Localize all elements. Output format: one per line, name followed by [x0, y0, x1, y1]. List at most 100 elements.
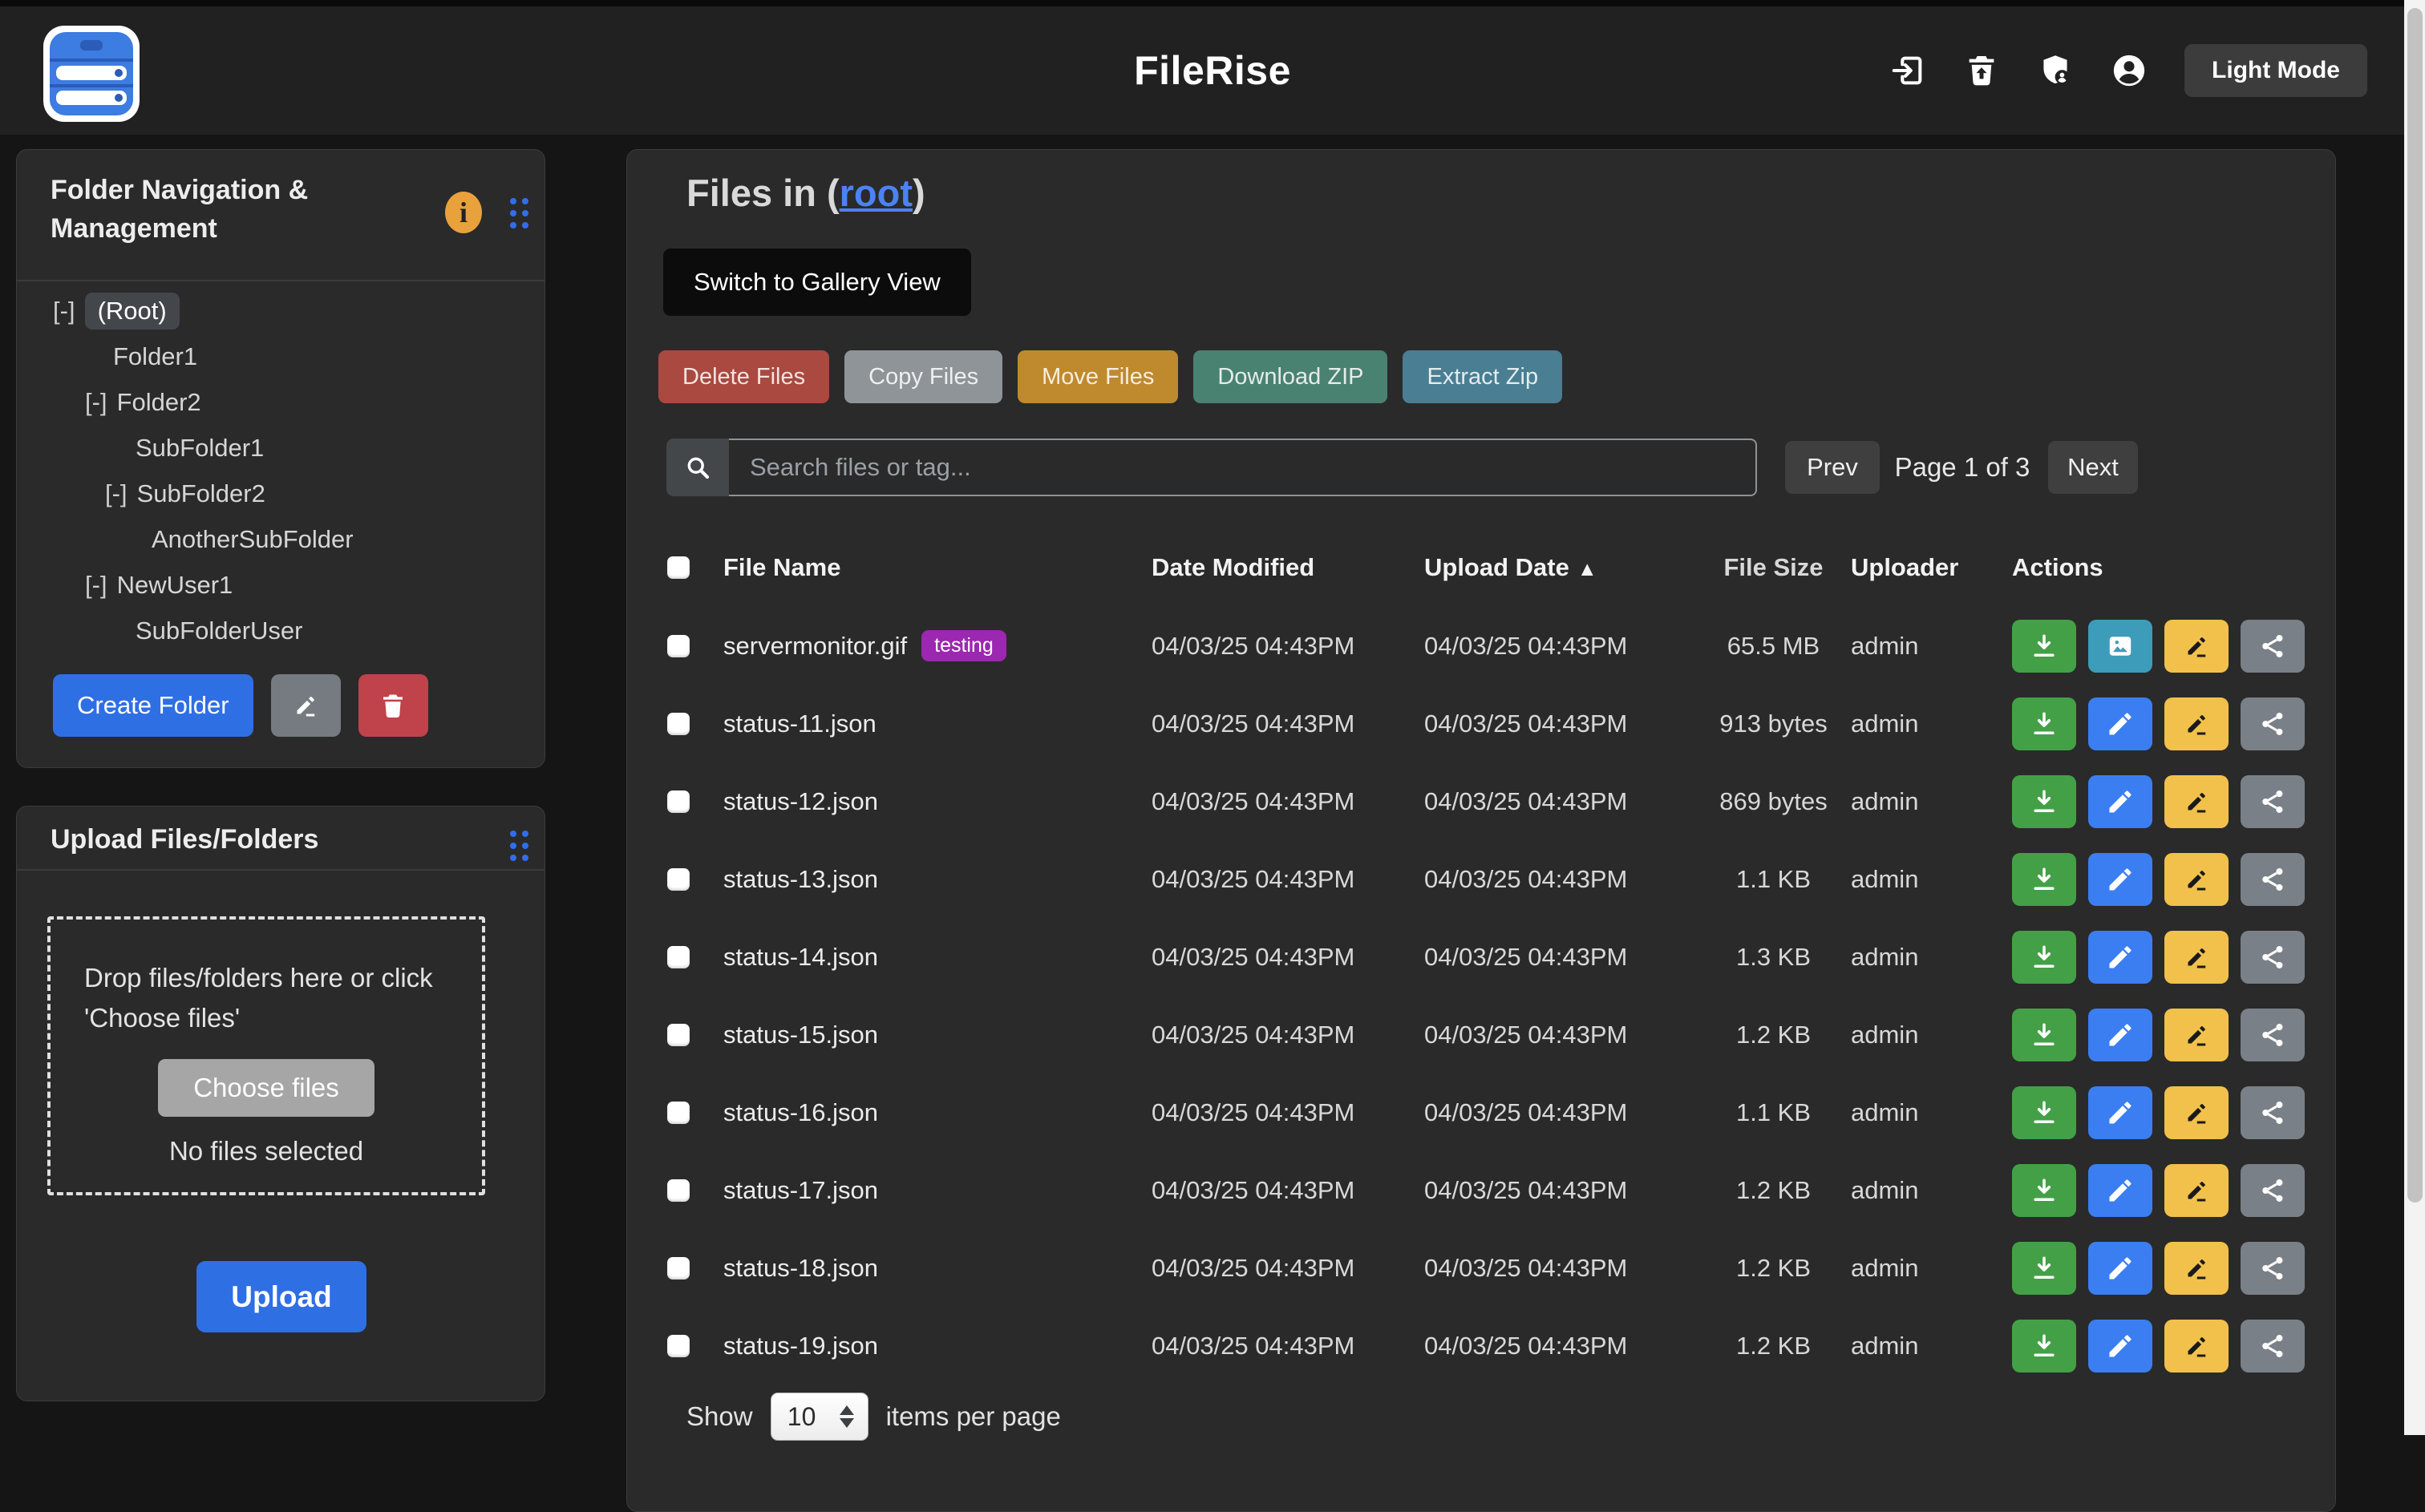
column-header-file-size[interactable]: File Size: [1696, 553, 1851, 582]
file-name[interactable]: status-17.json: [723, 1176, 878, 1205]
folder-tree-item[interactable]: [-] SubFolder2: [17, 471, 545, 516]
folder-collapse-toggle[interactable]: [-]: [85, 571, 107, 600]
share-button[interactable]: [2241, 697, 2305, 750]
download-button[interactable]: [2012, 697, 2076, 750]
prev-page-button[interactable]: Prev: [1785, 441, 1880, 494]
light-mode-button[interactable]: Light Mode: [2184, 44, 2367, 97]
exit-app-button[interactable]: [1889, 52, 1926, 89]
folder-name[interactable]: Folder1: [113, 342, 197, 371]
rename-button[interactable]: [2164, 1242, 2229, 1295]
folder-name[interactable]: SubFolder2: [137, 479, 265, 508]
drag-handle-icon[interactable]: [510, 831, 528, 861]
row-checkbox[interactable]: [667, 1335, 690, 1357]
share-button[interactable]: [2241, 775, 2305, 828]
edit-button[interactable]: [2088, 697, 2152, 750]
rename-button[interactable]: [2164, 1086, 2229, 1139]
rename-button[interactable]: [2164, 1320, 2229, 1373]
share-button[interactable]: [2241, 931, 2305, 984]
folder-name[interactable]: NewUser1: [117, 571, 233, 600]
folder-collapse-toggle[interactable]: [-]: [85, 388, 107, 417]
rename-button[interactable]: [2164, 775, 2229, 828]
delete-files-button[interactable]: Delete Files: [658, 350, 829, 403]
file-name[interactable]: status-11.json: [723, 710, 876, 738]
column-header-upload-date[interactable]: Upload Date▲: [1424, 553, 1696, 582]
download-button[interactable]: [2012, 775, 2076, 828]
file-name[interactable]: status-19.json: [723, 1332, 878, 1360]
folder-name[interactable]: Folder2: [117, 388, 201, 417]
choose-files-button[interactable]: Choose files: [158, 1059, 374, 1117]
download-button[interactable]: [2012, 1086, 2076, 1139]
file-name[interactable]: status-18.json: [723, 1254, 878, 1283]
download-button[interactable]: [2012, 853, 2076, 906]
row-checkbox[interactable]: [667, 790, 690, 813]
drag-handle-icon[interactable]: [510, 198, 528, 228]
info-icon[interactable]: i: [445, 192, 482, 233]
download-button[interactable]: [2012, 931, 2076, 984]
folder-tree-item[interactable]: [-] Folder2: [17, 379, 545, 425]
rename-button[interactable]: [2164, 620, 2229, 673]
scrollbar-thumb[interactable]: [2407, 8, 2423, 1203]
edit-button[interactable]: [2088, 853, 2152, 906]
file-name[interactable]: status-15.json: [723, 1021, 878, 1049]
create-folder-button[interactable]: Create Folder: [53, 674, 253, 737]
download-zip-button[interactable]: Download ZIP: [1193, 350, 1387, 403]
share-button[interactable]: [2241, 853, 2305, 906]
trash-restore-button[interactable]: [1963, 52, 2000, 89]
edit-button[interactable]: [2088, 931, 2152, 984]
select-all-checkbox[interactable]: [667, 556, 690, 579]
folder-collapse-toggle[interactable]: [-]: [105, 479, 128, 508]
rename-button[interactable]: [2164, 697, 2229, 750]
folder-collapse-toggle[interactable]: [-]: [53, 297, 75, 325]
row-checkbox[interactable]: [667, 1257, 690, 1280]
file-name[interactable]: status-13.json: [723, 865, 878, 894]
account-circle-button[interactable]: [2111, 52, 2148, 89]
share-button[interactable]: [2241, 1086, 2305, 1139]
folder-tree-item[interactable]: AnotherSubFolder: [17, 516, 545, 562]
row-checkbox[interactable]: [667, 868, 690, 891]
folder-tree-item[interactable]: SubFolderUser: [17, 608, 545, 653]
rename-button[interactable]: [2164, 931, 2229, 984]
share-button[interactable]: [2241, 1242, 2305, 1295]
share-button[interactable]: [2241, 620, 2305, 673]
file-name[interactable]: servermonitor.gif: [723, 632, 907, 661]
edit-button[interactable]: [2088, 1242, 2152, 1295]
switch-gallery-view-button[interactable]: Switch to Gallery View: [663, 249, 971, 316]
copy-files-button[interactable]: Copy Files: [844, 350, 1002, 403]
folder-name[interactable]: SubFolder1: [136, 434, 264, 463]
row-checkbox[interactable]: [667, 635, 690, 657]
share-button[interactable]: [2241, 1009, 2305, 1061]
download-button[interactable]: [2012, 1164, 2076, 1217]
download-button[interactable]: [2012, 620, 2076, 673]
delete-folder-button[interactable]: [358, 674, 428, 737]
file-name[interactable]: status-12.json: [723, 787, 878, 816]
file-name[interactable]: status-16.json: [723, 1098, 878, 1127]
edit-button[interactable]: [2088, 1164, 2152, 1217]
file-dropzone[interactable]: Drop files/folders here or click 'Choose…: [47, 916, 485, 1195]
column-header-uploader[interactable]: Uploader: [1851, 553, 2012, 582]
row-checkbox[interactable]: [667, 946, 690, 968]
row-checkbox[interactable]: [667, 713, 690, 735]
download-button[interactable]: [2012, 1009, 2076, 1061]
rename-button[interactable]: [2164, 1009, 2229, 1061]
next-page-button[interactable]: Next: [2048, 441, 2138, 494]
root-folder-link[interactable]: root: [840, 172, 913, 214]
download-button[interactable]: [2012, 1242, 2076, 1295]
share-button[interactable]: [2241, 1320, 2305, 1373]
folder-tree-item[interactable]: [-](Root): [17, 288, 545, 334]
edit-button[interactable]: [2088, 1009, 2152, 1061]
preview-button[interactable]: [2088, 620, 2152, 673]
folder-name[interactable]: AnotherSubFolder: [152, 525, 354, 554]
folder-tree-item[interactable]: SubFolder1: [17, 425, 545, 471]
move-files-button[interactable]: Move Files: [1018, 350, 1178, 403]
rename-button[interactable]: [2164, 853, 2229, 906]
upload-button[interactable]: Upload: [196, 1261, 366, 1332]
folder-name[interactable]: SubFolderUser: [136, 617, 302, 645]
rename-folder-button[interactable]: [271, 674, 341, 737]
file-name[interactable]: status-14.json: [723, 943, 878, 972]
share-button[interactable]: [2241, 1164, 2305, 1217]
items-per-page-select[interactable]: 10: [771, 1393, 868, 1441]
rename-button[interactable]: [2164, 1164, 2229, 1217]
row-checkbox[interactable]: [667, 1179, 690, 1202]
folder-tree-item[interactable]: Folder1: [17, 334, 545, 379]
extract-zip-button[interactable]: Extract Zip: [1403, 350, 1562, 403]
